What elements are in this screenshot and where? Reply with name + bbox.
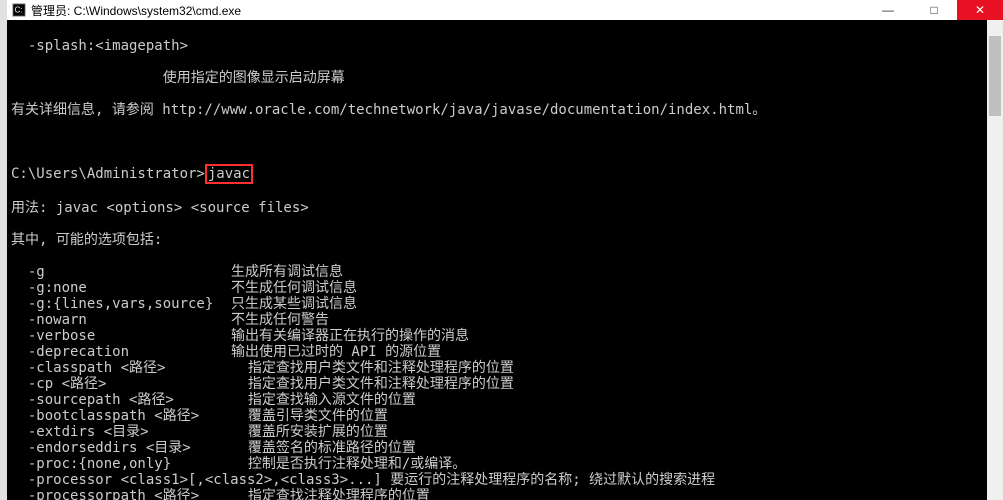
option-desc: 覆盖签名的标准路径的位置 [231,440,416,456]
option-line: -classpath <路径> 指定查找用户类文件和注释处理程序的位置 [7,360,1003,376]
option-flag: -g:none [11,280,231,296]
option-line: -g生成所有调试信息 [7,264,1003,280]
option-flag: -cp <路径> [11,376,231,392]
highlighted-command: javac [205,164,253,184]
option-line: -proc:{none,only} 控制是否执行注释处理和/或编译。 [7,456,1003,472]
option-line: -nowarn不生成任何警告 [7,312,1003,328]
option-line: -processor <class1>[,<class2>,<class3>..… [7,472,1003,488]
option-desc: 覆盖引导类文件的位置 [231,408,388,424]
option-desc: 不生成任何调试信息 [231,280,357,296]
option-flag: -extdirs <目录> [11,424,231,440]
close-button[interactable]: ✕ [957,0,1003,20]
prompt-path: C:\Users\Administrator> [11,166,205,182]
option-flag: -processorpath <路径> [11,488,231,500]
option-line: -cp <路径> 指定查找用户类文件和注释处理程序的位置 [7,376,1003,392]
output-line [7,134,1003,150]
option-desc: 指定查找注释处理程序的位置 [231,488,430,500]
option-desc: 指定查找用户类文件和注释处理程序的位置 [231,376,514,392]
cmd-icon: C: [11,2,27,18]
option-line: -bootclasspath <路径> 覆盖引导类文件的位置 [7,408,1003,424]
cmd-window: C: 管理员: C:\Windows\system32\cmd.exe — □ … [7,0,1003,500]
option-line: -verbose输出有关编译器正在执行的操作的消息 [7,328,1003,344]
option-line: -extdirs <目录> 覆盖所安装扩展的位置 [7,424,1003,440]
option-flag: -sourcepath <路径> [11,392,231,408]
option-line: -g:{lines,vars,source}只生成某些调试信息 [7,296,1003,312]
desktop-taskbar-strip [0,0,7,500]
output-line: 其中, 可能的选项包括: [7,232,1003,248]
option-flag: -proc:{none,only} [11,456,231,472]
minimize-button[interactable]: — [865,0,911,20]
option-desc: 控制是否执行注释处理和/或编译。 [231,456,466,472]
titlebar[interactable]: C: 管理员: C:\Windows\system32\cmd.exe — □ … [7,0,1003,20]
option-desc: 输出有关编译器正在执行的操作的消息 [231,328,469,344]
option-line: -deprecation输出使用已过时的 API 的源位置 [7,344,1003,360]
option-desc: 不生成任何警告 [231,312,329,328]
option-line: -endorseddirs <目录> 覆盖签名的标准路径的位置 [7,440,1003,456]
output-line: 有关详细信息, 请参阅 http://www.oracle.com/techne… [7,102,1003,118]
option-line: -g:none不生成任何调试信息 [7,280,1003,296]
option-flag: -g [11,264,231,280]
option-desc: 指定查找输入源文件的位置 [231,392,416,408]
option-desc: 输出使用已过时的 API 的源位置 [231,344,441,360]
window-title: 管理员: C:\Windows\system32\cmd.exe [31,2,865,19]
scrollbar[interactable] [987,20,1003,500]
output-line: 使用指定的图像显示启动屏幕 [7,70,1003,86]
option-desc: 生成所有调试信息 [231,264,343,280]
option-flag: -nowarn [11,312,231,328]
prompt-line: C:\Users\Administrator>javac [7,166,1003,184]
option-desc: 只生成某些调试信息 [231,296,357,312]
svg-text:C:: C: [15,6,23,15]
option-flag: -deprecation [11,344,231,360]
option-line: -processorpath <路径> 指定查找注释处理程序的位置 [7,488,1003,500]
options-list: -g生成所有调试信息 -g:none不生成任何调试信息 -g:{lines,va… [7,264,1003,500]
output-line: -splash:<imagepath> [7,38,1003,54]
output-line: 用法: javac <options> <source files> [7,200,1003,216]
option-flag: -endorseddirs <目录> [11,440,231,456]
option-flag: -bootclasspath <路径> [11,408,231,424]
terminal-output[interactable]: -splash:<imagepath> 使用指定的图像显示启动屏幕 有关详细信息… [7,20,1003,500]
option-flag: -classpath <路径> [11,360,231,376]
option-line: -sourcepath <路径> 指定查找输入源文件的位置 [7,392,1003,408]
option-desc: 覆盖所安装扩展的位置 [231,424,388,440]
option-flag: -g:{lines,vars,source} [11,296,231,312]
option-desc: 指定查找用户类文件和注释处理程序的位置 [231,360,514,376]
window-controls: — □ ✕ [865,0,1003,20]
scroll-thumb[interactable] [989,36,1001,116]
option-flag: -verbose [11,328,231,344]
maximize-button[interactable]: □ [911,0,957,20]
